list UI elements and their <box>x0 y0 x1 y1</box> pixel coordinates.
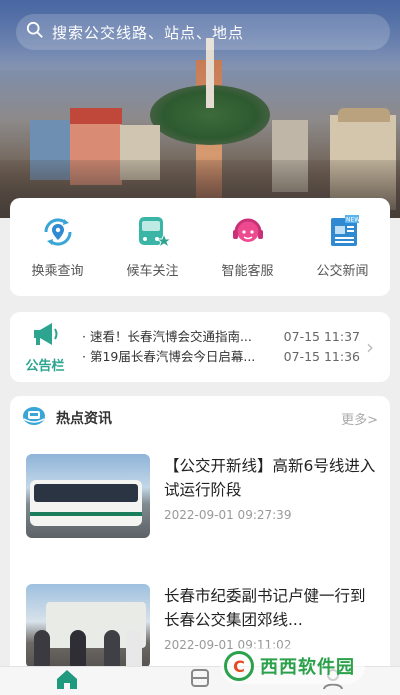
newspaper-icon: NEW <box>323 212 363 252</box>
search-bar[interactable]: 搜索公交线路、站点、地点 <box>16 14 390 50</box>
quick-actions: 换乘查询 候车关注 智能客服 NEW 公交新闻 <box>10 198 390 296</box>
tab-bus[interactable] <box>185 669 215 693</box>
hot-news-section: 热点资讯 更多> 【公交开新线】高新6号线进入试运行阶段 2022-09-01 … <box>10 396 390 668</box>
quick-label: 候车关注 <box>126 264 179 279</box>
headset-service-icon <box>228 212 268 252</box>
news-thumbnail <box>26 454 150 538</box>
more-link[interactable]: 更多> <box>341 409 378 428</box>
watermark-text: 西西软件园 <box>260 657 355 678</box>
quick-bus-watch[interactable]: 候车关注 <box>108 212 198 279</box>
notice-badge: 公告栏 <box>14 321 76 374</box>
tab-home[interactable] <box>52 669 82 693</box>
transfer-location-icon <box>38 212 78 252</box>
quick-smart-service[interactable]: 智能客服 <box>203 212 293 279</box>
quick-transfer-query[interactable]: 换乘查询 <box>13 212 103 279</box>
notice-label: 公告栏 <box>25 358 65 374</box>
news-date: 2022-09-01 09:27:39 <box>164 508 292 522</box>
home-icon <box>54 668 80 694</box>
watermark: C 西西软件园 <box>220 648 365 684</box>
news-item[interactable]: 【公交开新线】高新6号线进入试运行阶段 2022-09-01 09:27:39 <box>26 454 376 538</box>
chevron-right-icon[interactable]: › <box>366 335 384 359</box>
notice-text: · 第19届长春汽博会今日启幕... <box>82 349 256 364</box>
svg-text:NEW: NEW <box>346 217 360 224</box>
notice-item[interactable]: · 速看！长春汽博会交通指南... 07-15 11:37 <box>82 327 366 347</box>
news-headline: 长春市纪委副书记卢健一行到长春公交集团郊线... <box>164 587 366 629</box>
notice-text: · 速看！长春汽博会交通指南... <box>82 329 252 344</box>
bus-star-icon <box>133 212 173 252</box>
news-thumbnail <box>26 584 150 668</box>
search-icon <box>26 21 44 43</box>
notice-item[interactable]: · 第19届长春汽博会今日启幕... 07-15 11:36 <box>82 347 366 367</box>
bus-icon <box>188 668 212 694</box>
quick-label: 公交新闻 <box>316 264 369 279</box>
watermark-logo-icon: C <box>224 651 254 681</box>
news-headline: 【公交开新线】高新6号线进入试运行阶段 <box>164 457 376 499</box>
news-title: 热点资讯 <box>56 411 112 427</box>
news-header: 热点资讯 更多> <box>22 406 378 430</box>
notice-board[interactable]: 公告栏 · 速看！长春汽博会交通指南... 07-15 11:37 · 第19届… <box>10 312 390 382</box>
notice-time: 07-15 11:36 <box>283 349 360 364</box>
quick-label: 换乘查询 <box>31 264 84 279</box>
megaphone-icon <box>30 321 60 351</box>
quick-label: 智能客服 <box>221 264 274 279</box>
quick-bus-news[interactable]: NEW 公交新闻 <box>298 212 388 279</box>
bus-logo-icon <box>22 405 46 431</box>
notice-time: 07-15 11:37 <box>283 329 360 344</box>
search-placeholder: 搜索公交线路、站点、地点 <box>52 23 245 42</box>
